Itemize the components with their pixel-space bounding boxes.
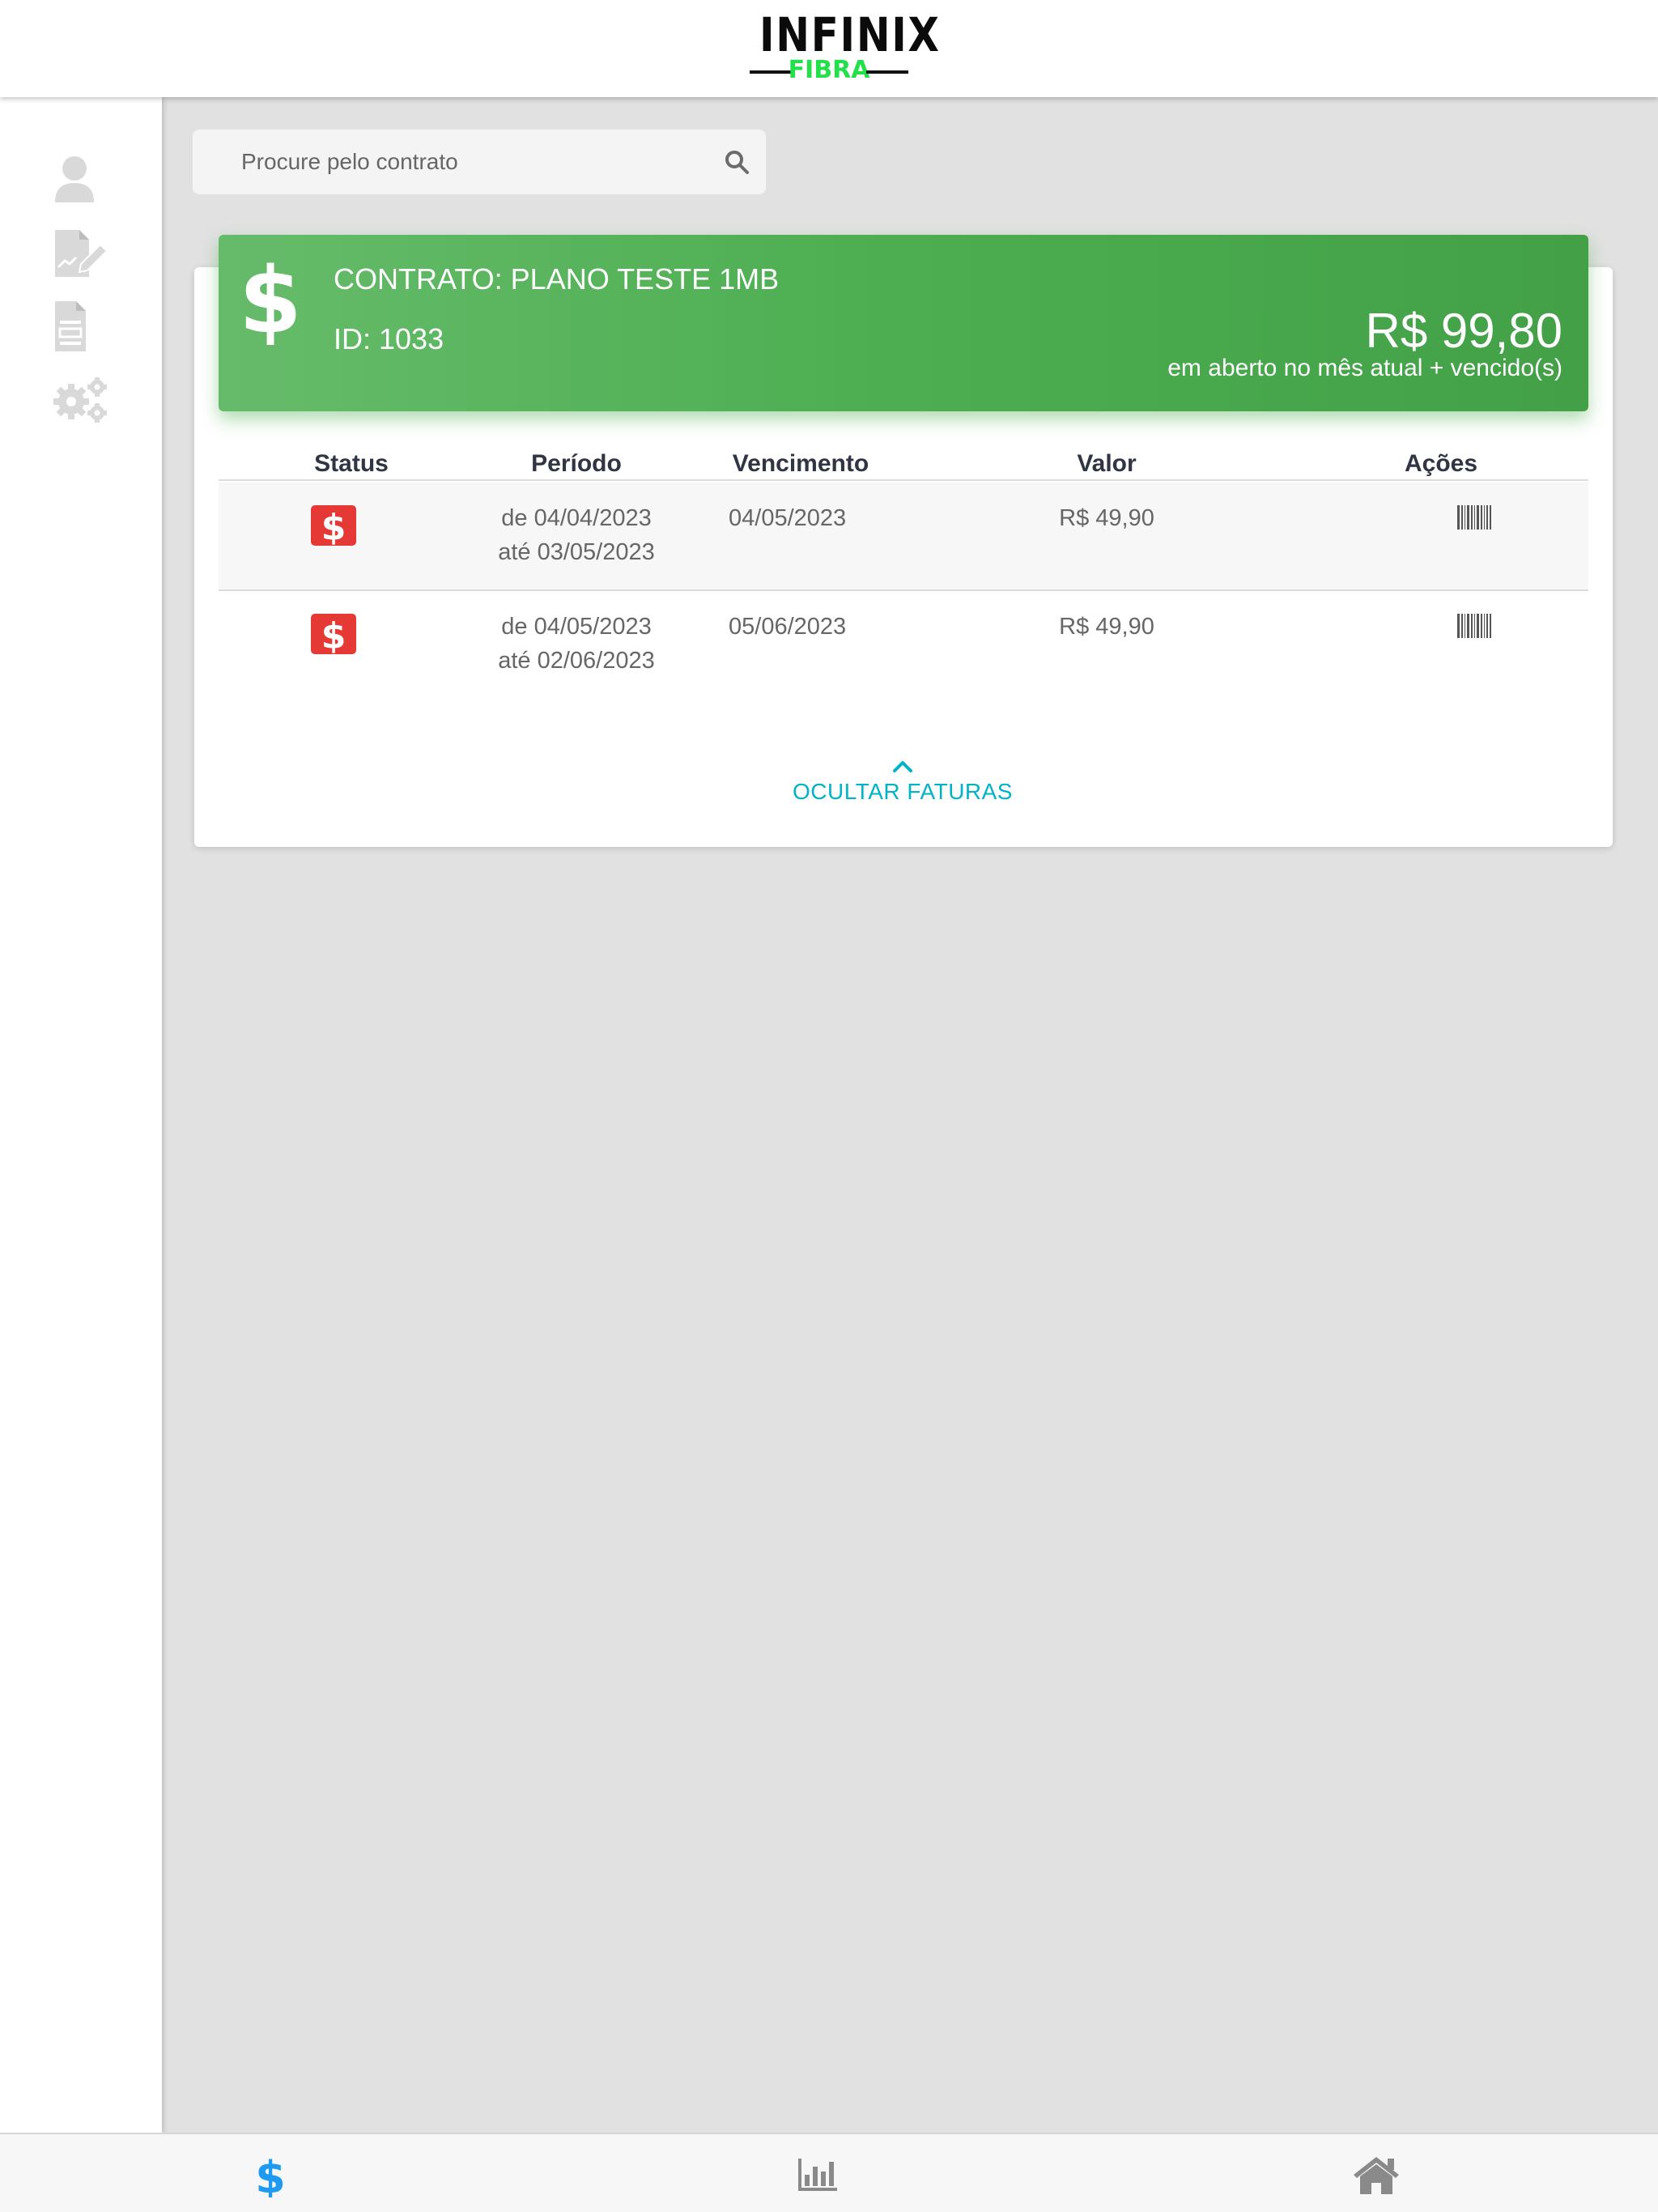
period-to: até 02/06/2023 <box>498 648 655 674</box>
period-to: até 03/05/2023 <box>498 539 655 565</box>
period-from: de 04/04/2023 <box>501 505 652 531</box>
contract-banner: $ CONTRATO: PLANO TESTE 1MB ID: 1033 R$ … <box>219 235 1588 411</box>
invoice-value: R$ 49,90 <box>1059 614 1154 640</box>
sidebar-item-settings[interactable] <box>49 371 113 428</box>
contract-search <box>193 130 766 194</box>
search-input[interactable] <box>241 130 695 194</box>
contract-amount-note: em aberto no mês atual + vencido(s) <box>1167 355 1562 381</box>
open-invoice-status-icon: $ <box>311 614 356 654</box>
period-from: de 04/05/2023 <box>501 614 652 640</box>
table-header: Status Período Vencimento Valor Ações <box>219 444 1588 481</box>
barcode-icon[interactable] <box>1457 505 1491 530</box>
dollar-icon: $ <box>255 2152 286 2203</box>
infinix-fibra-logo[interactable]: INFINIX FIBRA <box>748 7 941 87</box>
logo-line-right <box>866 70 908 74</box>
nav-item-home[interactable] <box>1328 2152 1425 2197</box>
contract-title: CONTRATO: PLANO TESTE 1MB <box>334 262 780 296</box>
sidebar-item-profile[interactable] <box>49 152 113 209</box>
sidebar-item-documents[interactable] <box>49 298 113 355</box>
svg-text:$: $ <box>239 256 302 345</box>
chevron-up-icon <box>893 761 912 772</box>
barcode-icon[interactable] <box>1457 614 1491 638</box>
user-icon <box>55 156 94 202</box>
contract-id: ID: 1033 <box>334 322 444 355</box>
nav-item-invoices[interactable]: $ <box>222 2152 319 2203</box>
contract-edit-icon <box>55 230 108 277</box>
due-date: 05/06/2023 <box>729 614 847 640</box>
svg-text:$: $ <box>321 615 346 654</box>
settings-gears-icon <box>53 377 107 423</box>
bottom-navigation: $ <box>0 2133 1658 2212</box>
hide-invoices-label: OCULTAR FATURAS <box>793 779 1013 804</box>
table-row: $ de 04/05/2023 até 02/06/2023 05/06/202… <box>219 591 1588 700</box>
document-icon <box>55 301 86 351</box>
nav-item-consumption[interactable] <box>769 2152 866 2197</box>
logo-main-text: INFINIX <box>759 7 941 62</box>
top-header: INFINIX FIBRA <box>0 0 1658 97</box>
table-row: $ de 04/04/2023 até 03/05/2023 04/05/202… <box>219 483 1588 591</box>
home-icon <box>1354 2157 1399 2194</box>
header-actions: Ações <box>1404 450 1478 477</box>
bar-chart-icon <box>798 2159 837 2191</box>
header-period: Período <box>531 450 622 477</box>
sidebar-item-contracts[interactable] <box>49 225 113 282</box>
dollar-icon: $ <box>239 256 302 345</box>
header-status: Status <box>314 450 389 477</box>
search-icon[interactable] <box>724 149 750 175</box>
svg-text:$: $ <box>255 2152 286 2197</box>
due-date: 04/05/2023 <box>729 505 847 531</box>
open-invoice-status-icon: $ <box>311 505 356 546</box>
sidebar <box>0 97 162 2133</box>
svg-text:$: $ <box>321 507 346 546</box>
invoice-value: R$ 49,90 <box>1059 505 1154 531</box>
hide-invoices-button[interactable]: OCULTAR FATURAS <box>761 758 1044 823</box>
header-value: Valor <box>1077 450 1137 477</box>
header-due: Vencimento <box>732 450 869 477</box>
contract-amount: R$ 99,80 <box>1365 304 1562 358</box>
